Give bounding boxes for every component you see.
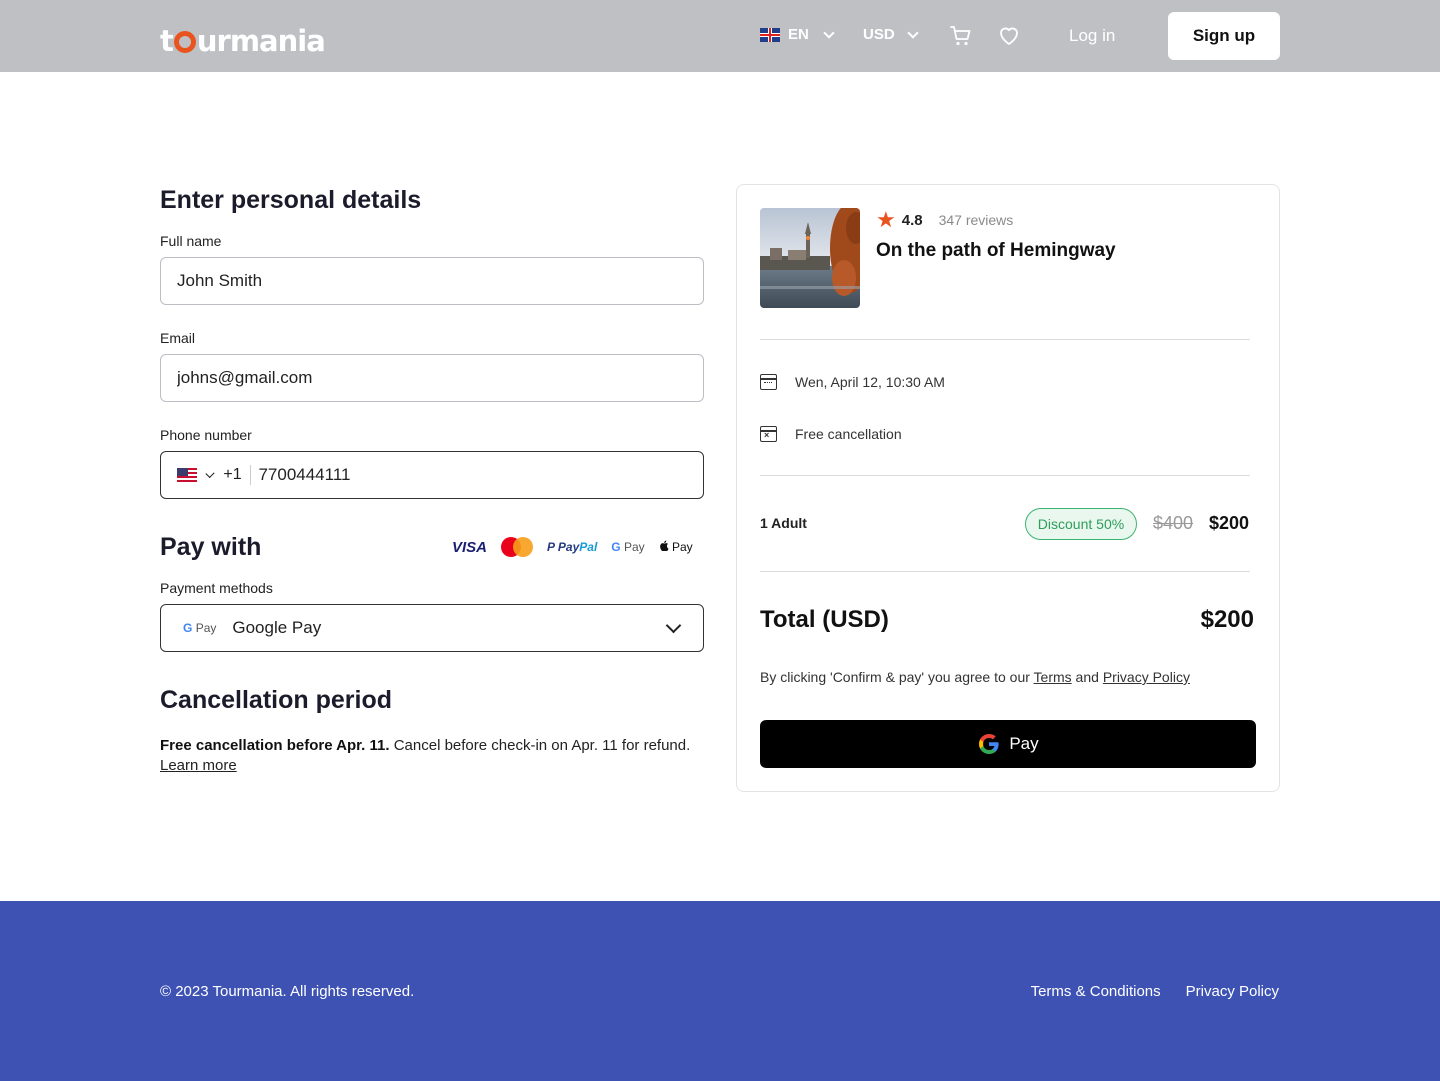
calendar-x-icon: × bbox=[760, 426, 777, 442]
personal-details-title: Enter personal details bbox=[160, 186, 422, 214]
email-label: Email bbox=[160, 330, 196, 346]
cancellation-bold: Free cancellation before Apr. 11. bbox=[160, 737, 390, 754]
divider bbox=[760, 339, 1250, 340]
date-row: Wen, April 12, 10:30 AM bbox=[760, 374, 945, 390]
top-nav: t urmania EN USD Log in Sign up bbox=[0, 0, 1440, 72]
full-name-input[interactable] bbox=[177, 271, 703, 291]
language-label: EN bbox=[788, 26, 809, 43]
tour-title[interactable]: On the path of Hemingway bbox=[876, 240, 1116, 262]
signup-button[interactable]: Sign up bbox=[1168, 12, 1280, 60]
tour-thumbnail bbox=[760, 208, 860, 308]
chevron-down-icon bbox=[665, 617, 682, 634]
cart-icon[interactable] bbox=[949, 24, 973, 48]
uk-flag-icon bbox=[760, 27, 780, 42]
pay-with-title: Pay with bbox=[160, 533, 262, 561]
currency-selector[interactable]: USD bbox=[863, 26, 919, 43]
rating-value: 4.8 bbox=[901, 211, 923, 229]
payment-method-select[interactable]: G Pay Google Pay bbox=[160, 604, 704, 652]
login-link[interactable]: Log in bbox=[1069, 26, 1115, 46]
apple-icon bbox=[659, 540, 669, 552]
language-selector[interactable]: EN bbox=[760, 26, 835, 43]
footer: © 2023 Tourmania. All rights reserved. T… bbox=[0, 901, 1440, 1081]
privacy-policy-link[interactable]: Privacy Policy bbox=[1103, 669, 1190, 685]
cancellation-text: Free cancellation before Apr. 11. Cancel… bbox=[160, 736, 720, 776]
currency-label: USD bbox=[863, 26, 895, 43]
email-input[interactable] bbox=[177, 368, 703, 388]
agreement-prefix: By clicking 'Confirm & pay' you agree to… bbox=[760, 669, 1034, 685]
chevron-down-icon bbox=[823, 26, 835, 39]
logo-text: t urmania bbox=[160, 24, 326, 58]
apple-pay-text: Pay bbox=[668, 540, 693, 554]
total-value: $200 bbox=[1200, 606, 1254, 633]
paypal-text-a: Pay bbox=[557, 540, 580, 554]
gpay-text: Pay bbox=[195, 621, 217, 635]
phone-label: Phone number bbox=[160, 427, 252, 443]
cancellation-row: × Free cancellation bbox=[760, 426, 902, 442]
agreement-and: and bbox=[1071, 669, 1103, 685]
payment-logos: VISA P PayPal G Pay Pay bbox=[452, 537, 693, 557]
discount-badge: Discount 50% bbox=[1025, 508, 1137, 540]
terms-link[interactable]: Terms bbox=[1034, 669, 1072, 685]
google-pay-icon: G Pay bbox=[183, 621, 216, 635]
selected-payment-method: Google Pay bbox=[232, 618, 322, 637]
email-field[interactable] bbox=[160, 354, 704, 402]
tourmania-logo[interactable]: t urmania bbox=[160, 14, 326, 58]
google-g-icon bbox=[979, 734, 999, 754]
paypal-text-b: Pal bbox=[579, 540, 598, 554]
copyright: © 2023 Tourmania. All rights reserved. bbox=[160, 983, 415, 1000]
star-icon: ★ bbox=[876, 207, 896, 232]
footer-links: Terms & Conditions Privacy Policy bbox=[1031, 983, 1279, 1000]
agreement-text: By clicking 'Confirm & pay' you agree to… bbox=[760, 669, 1190, 685]
pay-button-label: Pay bbox=[1009, 734, 1039, 753]
visa-logo: VISA bbox=[452, 538, 488, 556]
footer-privacy-link[interactable]: Privacy Policy bbox=[1186, 983, 1279, 1000]
payment-methods-label: Payment methods bbox=[160, 580, 273, 596]
google-pay-button[interactable]: Pay bbox=[760, 720, 1256, 768]
total-label: Total (USD) bbox=[760, 606, 889, 633]
cancellation-detail: Cancel before check-in on Apr. 11 for re… bbox=[389, 737, 691, 754]
old-price: $400 bbox=[1153, 513, 1194, 533]
google-g-icon: G bbox=[183, 621, 193, 635]
phone-field[interactable]: +1 bbox=[160, 451, 704, 499]
full-name-field[interactable] bbox=[160, 257, 704, 305]
learn-more-link[interactable]: Learn more bbox=[160, 757, 237, 774]
adult-count: 1 Adult bbox=[760, 515, 807, 531]
calendar-icon bbox=[760, 374, 777, 390]
divider bbox=[760, 475, 1250, 476]
reviews-count[interactable]: 347 reviews bbox=[939, 212, 1014, 228]
google-pay-logo: G Pay bbox=[611, 540, 644, 554]
divider bbox=[760, 571, 1250, 572]
mastercard-logo bbox=[501, 537, 534, 557]
chevron-down-icon[interactable] bbox=[205, 468, 215, 478]
gpay-text: Pay bbox=[623, 540, 645, 554]
us-flag-icon bbox=[177, 467, 198, 483]
free-cancellation-text: Free cancellation bbox=[795, 426, 902, 442]
terms-conditions-link[interactable]: Terms & Conditions bbox=[1031, 983, 1161, 1000]
cancellation-title: Cancellation period bbox=[160, 686, 392, 714]
google-g-icon: G bbox=[611, 540, 621, 554]
phone-country-code: +1 bbox=[223, 466, 242, 483]
paypal-logo: P PayPal bbox=[547, 540, 598, 554]
chevron-down-icon bbox=[907, 26, 919, 39]
full-name-label: Full name bbox=[160, 233, 222, 249]
new-price: $200 bbox=[1209, 513, 1250, 533]
apple-pay-logo: Pay bbox=[659, 540, 693, 554]
divider bbox=[249, 465, 251, 485]
heart-icon[interactable] bbox=[997, 24, 1021, 48]
tour-date: Wen, April 12, 10:30 AM bbox=[795, 374, 945, 390]
phone-input[interactable] bbox=[258, 465, 703, 485]
rating-row: ★ 4.8 347 reviews bbox=[876, 209, 1013, 231]
